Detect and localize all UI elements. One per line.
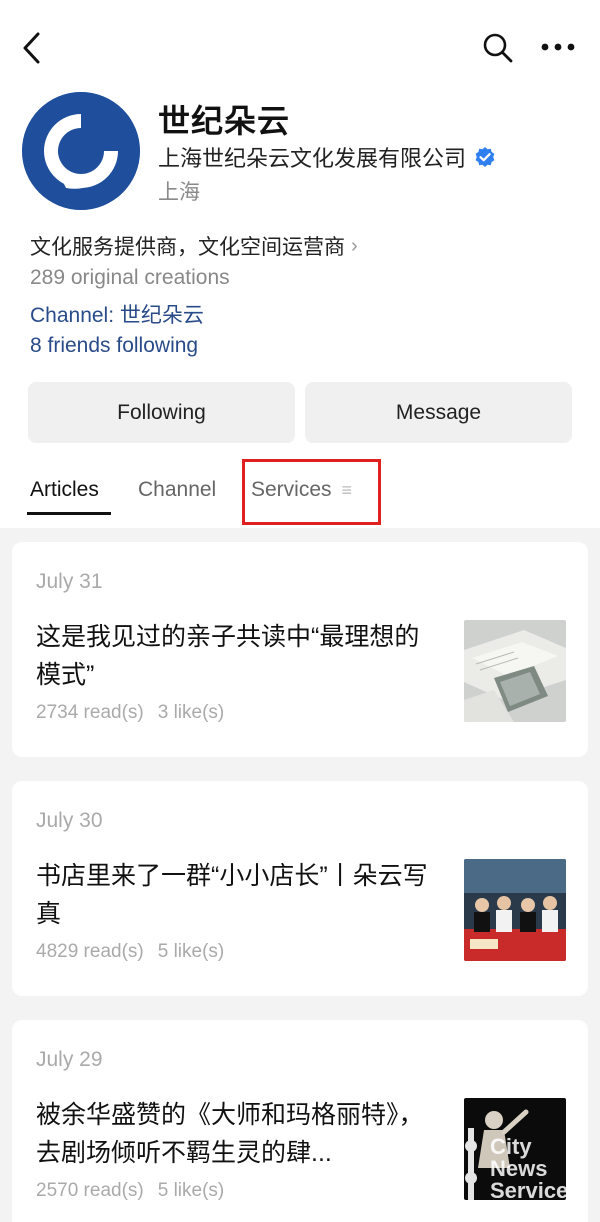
account-name: 世纪朵云 (158, 103, 291, 139)
article-card[interactable]: July 30 书店里来了一群“小小店长”丨朵云写真 4829 read(s) … (12, 781, 588, 996)
article-likes: 3 like(s) (157, 702, 225, 723)
article-date: July 30 (36, 809, 103, 832)
kids-bookstore-photo (464, 859, 566, 961)
more-dots-icon (541, 43, 575, 51)
articles-feed: July 31 这是我见过的亲子共读中“最理想的模式” 2734 read(s)… (0, 528, 600, 1222)
tab-channel[interactable]: Channel (138, 478, 216, 502)
article-reads: 2570 read(s) (36, 1180, 144, 1201)
top-bar (0, 0, 600, 90)
article-stats: 2570 read(s) 5 like(s) (36, 1180, 224, 1202)
more-button[interactable] (536, 32, 580, 62)
account-description: 文化服务提供商，文化空间运营商 (30, 236, 345, 259)
account-region: 上海 (158, 181, 200, 204)
article-thumbnail (464, 859, 566, 961)
article-card[interactable]: July 31 这是我见过的亲子共读中“最理想的模式” 2734 read(s)… (12, 542, 588, 757)
services-highlight-box (242, 459, 381, 525)
article-thumbnail (464, 620, 566, 722)
back-button[interactable] (18, 30, 48, 66)
account-avatar[interactable] (22, 92, 140, 210)
search-button[interactable] (480, 30, 516, 66)
account-description-row[interactable]: 文化服务提供商，文化空间运营商 › (30, 231, 358, 261)
article-date: July 29 (36, 1048, 103, 1071)
chevron-left-icon (23, 32, 40, 64)
active-tab-indicator (27, 512, 111, 515)
article-thumbnail: City News Service (464, 1098, 566, 1200)
friends-following-link[interactable]: 8 friends following (30, 334, 198, 358)
following-button[interactable]: Following (28, 382, 295, 443)
company-name: 上海世纪朵云文化发展有限公司 (158, 146, 467, 171)
verified-badge-icon (475, 147, 495, 167)
message-button[interactable]: Message (305, 382, 572, 443)
article-title: 书店里来了一群“小小店长”丨朵云写真 (36, 862, 428, 928)
article-card[interactable]: July 29 被余华盛赞的《大师和玛格丽特》，去剧场倾听不羁生灵的肆... 2… (12, 1020, 588, 1222)
article-title: 这是我见过的亲子共读中“最理想的模式” (36, 623, 420, 689)
article-stats: 4829 read(s) 5 like(s) (36, 941, 224, 963)
article-likes: 5 like(s) (157, 941, 225, 962)
duoyun-logo-icon (22, 92, 140, 210)
article-reads: 4829 read(s) (36, 941, 144, 962)
channel-link[interactable]: Channel: 世纪朵云 (30, 299, 204, 329)
article-stats: 2734 read(s) 3 like(s) (36, 702, 224, 724)
article-date: July 31 (36, 570, 103, 593)
chevron-right-icon: › (351, 234, 358, 257)
article-title: 被余华盛赞的《大师和玛格丽特》，去剧场倾听不羁生灵的肆... (36, 1101, 424, 1167)
article-likes: 5 like(s) (157, 1180, 225, 1201)
thumbnail-watermark: City News Service (490, 1134, 566, 1201)
search-icon (483, 33, 513, 63)
tab-articles[interactable]: Articles (30, 478, 99, 502)
original-creations-count: 289 original creations (30, 266, 230, 289)
open-books-image (464, 620, 566, 722)
article-reads: 2734 read(s) (36, 702, 144, 723)
account-company: 上海世纪朵云文化发展有限公司 (158, 141, 496, 173)
